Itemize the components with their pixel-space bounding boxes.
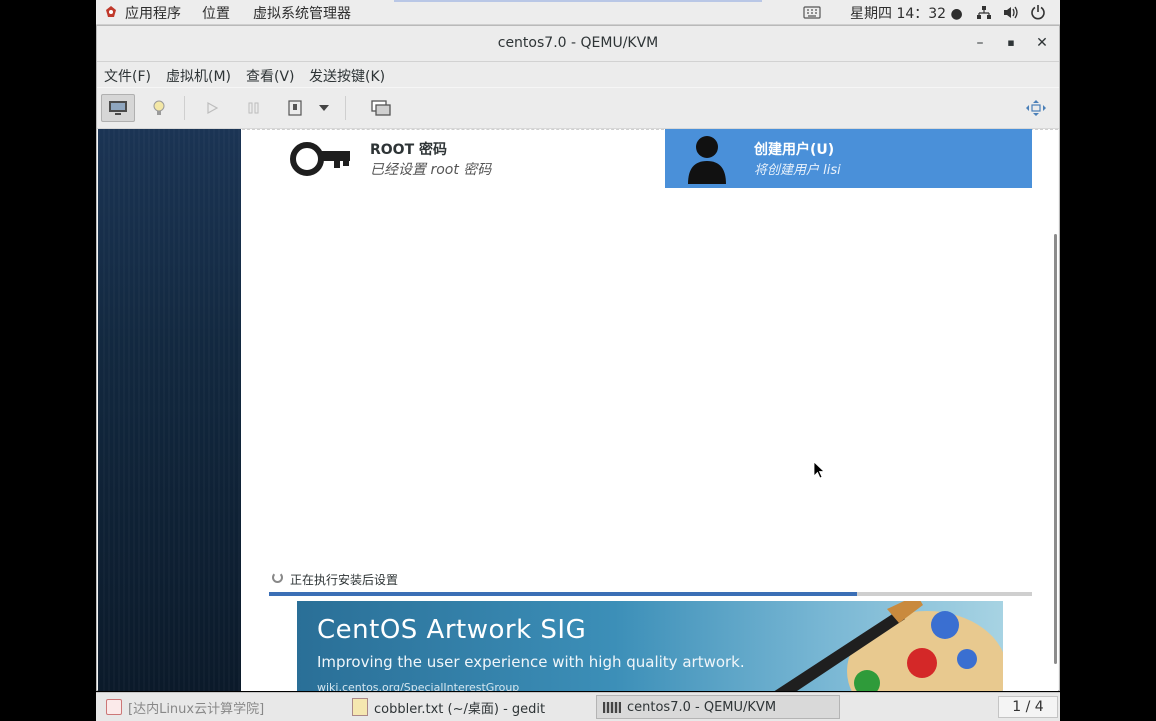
paint-palette-icon xyxy=(727,601,1003,691)
menu-file[interactable]: 文件(F) xyxy=(104,66,151,86)
root-spoke-title: ROOT 密码 xyxy=(370,142,448,158)
close-button[interactable]: ✕ xyxy=(1033,34,1051,52)
menu-send-key[interactable]: 发送按键(K) xyxy=(309,66,385,86)
pause-button[interactable] xyxy=(237,94,271,122)
taskbar: [达内Linux云计算学院] cobbler.txt (~/桌面) - gedi… xyxy=(96,692,1060,721)
installer-sidebar xyxy=(98,129,241,691)
progress-fill xyxy=(269,592,857,596)
monitor-icon xyxy=(109,101,127,115)
installer-main: ROOT 密码 已经设置 root 密码 创建用户(U) 将创建用户 lisi … xyxy=(242,129,1058,691)
mouse-cursor-icon xyxy=(813,461,826,483)
taskbar-label: cobbler.txt (~/桌面) - gedit xyxy=(374,701,546,717)
create-user-spoke[interactable]: 创建用户(U) 将创建用户 lisi xyxy=(665,129,1032,188)
apps-icon xyxy=(104,5,118,19)
places-menu[interactable]: 位置 xyxy=(202,3,230,23)
root-spoke-status: 已经设置 root 密码 xyxy=(370,162,492,178)
vm-window: centos7.0 - QEMU/KVM – ▪ ✕ 文件(F) 虚拟机(M) … xyxy=(96,25,1060,691)
shutdown-menu-button[interactable] xyxy=(314,94,334,122)
user-spoke-title: 创建用户(U) xyxy=(754,142,835,158)
toolbar-separator xyxy=(345,96,346,120)
snapshot-button[interactable] xyxy=(364,94,398,122)
run-button[interactable] xyxy=(195,94,229,122)
progress-bar xyxy=(269,592,1032,596)
app-icon xyxy=(106,699,122,715)
spinner-icon xyxy=(272,572,283,583)
power-icon[interactable] xyxy=(1030,4,1046,24)
screens-icon xyxy=(371,100,391,116)
console-view-button[interactable] xyxy=(101,94,135,122)
toolbar xyxy=(97,88,1059,129)
menu-vm[interactable]: 虚拟机(M) xyxy=(166,66,231,86)
scrollbar[interactable] xyxy=(1054,234,1057,664)
key-icon xyxy=(290,138,352,184)
keyboard-icon[interactable] xyxy=(803,6,821,23)
chevron-down-icon xyxy=(319,105,329,111)
progress-label: 正在执行安装后设置 xyxy=(290,573,399,587)
vm-display[interactable]: ROOT 密码 已经设置 root 密码 创建用户(U) 将创建用户 lisi … xyxy=(98,129,1058,691)
taskbar-item-gedit[interactable]: cobbler.txt (~/桌面) - gedit xyxy=(346,695,590,719)
power-off-icon xyxy=(288,100,302,116)
minimize-button[interactable]: – xyxy=(971,34,989,52)
top-panel: 应用程序 位置 虚拟系统管理器 星期四 14：32 ● xyxy=(96,0,1060,25)
artwork-banner: CentOS Artwork SIG Improving the user ex… xyxy=(297,601,1003,691)
window-title: centos7.0 - QEMU/KVM xyxy=(497,35,659,51)
taskbar-item-vm[interactable]: centos7.0 - QEMU/KVM xyxy=(596,695,840,719)
volume-icon[interactable] xyxy=(1003,5,1019,24)
title-bar[interactable]: centos7.0 - QEMU/KVM – ▪ ✕ xyxy=(97,26,1059,62)
menu-view[interactable]: 查看(V) xyxy=(246,66,295,86)
vm-manager-menu[interactable]: 虚拟系统管理器 xyxy=(253,3,351,23)
banner-title: CentOS Artwork SIG xyxy=(317,615,587,645)
search-bar-hint xyxy=(394,0,762,2)
applications-menu[interactable]: 应用程序 xyxy=(125,3,181,23)
vm-icon xyxy=(603,701,621,713)
network-icon[interactable] xyxy=(976,5,992,24)
details-view-button[interactable] xyxy=(142,94,176,122)
play-icon xyxy=(207,101,219,115)
fullscreen-button[interactable] xyxy=(1019,94,1053,122)
workspace-pager[interactable]: 1 / 4 xyxy=(998,696,1058,718)
pause-icon xyxy=(248,102,259,114)
shutdown-button[interactable] xyxy=(278,94,312,122)
banner-url: wiki.centos.org/SpecialInterestGroup xyxy=(317,681,520,691)
root-password-spoke[interactable]: ROOT 密码 已经设置 root 密码 xyxy=(290,137,590,193)
toolbar-separator xyxy=(184,96,185,120)
banner-subtitle: Improving the user experience with high … xyxy=(317,653,745,671)
user-icon xyxy=(687,134,727,188)
lightbulb-icon xyxy=(153,100,165,115)
taskbar-label: centos7.0 - QEMU/KVM xyxy=(627,699,777,715)
clock[interactable]: 星期四 14：32 ● xyxy=(850,3,963,23)
text-editor-icon xyxy=(352,698,368,716)
fullscreen-icon xyxy=(1026,100,1046,116)
user-spoke-status: 将创建用户 lisi xyxy=(754,163,841,178)
maximize-button[interactable]: ▪ xyxy=(1002,34,1020,52)
menu-bar: 文件(F) 虚拟机(M) 查看(V) 发送按键(K) xyxy=(97,62,1059,87)
taskbar-item-browser[interactable]: [达内Linux云计算学院] xyxy=(100,695,340,719)
taskbar-label: [达内Linux云计算学院] xyxy=(128,701,265,717)
